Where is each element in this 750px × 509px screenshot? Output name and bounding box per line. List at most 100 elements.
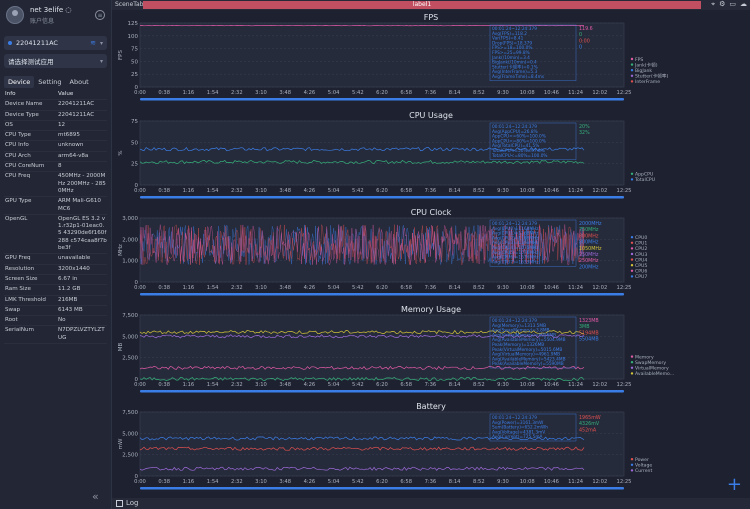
chart-svg[interactable]: FPS 125 100 75 50 25 0 FPS 0:00 0:38 1:16 1:54 2:32 3…: [116, 13, 746, 109]
table-row: CPU Freq 450MHz - 2000MHz 200MHz - 2850MH…: [4, 172, 107, 198]
legend-swatch[interactable]: [630, 241, 634, 244]
legend-label[interactable]: InterFrame: [635, 79, 660, 85]
legend-swatch[interactable]: [630, 366, 634, 369]
device-select[interactable]: 22041211AC ≋ ▾: [4, 36, 107, 50]
legend-swatch[interactable]: [630, 57, 634, 61]
legend-swatch[interactable]: [630, 264, 634, 267]
chart-scrollbar[interactable]: [140, 196, 624, 199]
scene-tab[interactable]: SceneTab: [115, 1, 143, 8]
legend-label[interactable]: Voltage: [635, 463, 652, 469]
chevron-down-icon: ▾: [99, 57, 103, 65]
x-tick-label: 10:46: [544, 90, 559, 96]
folder-icon[interactable]: ▭: [729, 0, 736, 9]
chart-panel-1: CPU Usage 75 50 25 0% 0:00 0:38 1:16 1:54 2:32 3:1…: [116, 111, 746, 207]
legend-swatch[interactable]: [630, 247, 634, 250]
profile-subtitle[interactable]: 账户信息: [30, 16, 95, 25]
x-tick-label: 3:10: [255, 90, 267, 96]
info-header-key: Info: [5, 91, 16, 97]
info-value: 8: [58, 163, 62, 170]
current-value-label: 1050MHz: [579, 246, 602, 252]
legend-label[interactable]: FPS: [635, 57, 643, 63]
legend-swatch[interactable]: [630, 361, 634, 364]
settings-icon[interactable]: ⚙: [719, 0, 725, 9]
x-tick-label: 4:26: [304, 285, 316, 291]
chart-scrollbar[interactable]: [140, 487, 624, 490]
legend-label[interactable]: CPU4: [635, 257, 647, 263]
info-value: 11.2 GB: [58, 286, 81, 293]
avatar[interactable]: [6, 6, 24, 24]
collapse-sidebar-icon[interactable]: «: [92, 490, 99, 503]
y-tick-label: 2,500: [122, 356, 138, 362]
legend-label[interactable]: BigJank: [635, 68, 652, 74]
legend-swatch[interactable]: [630, 275, 634, 278]
app-select[interactable]: 请选择测试应用 ▾: [4, 54, 107, 68]
legend-label[interactable]: SwapMemory: [635, 360, 666, 366]
chart-svg[interactable]: CPU Usage7550250%0:00 0:38 1:16 1:54 2:32 3:1…: [116, 111, 746, 207]
log-icon[interactable]: [116, 500, 123, 507]
legend-swatch[interactable]: [630, 74, 634, 77]
legend-label[interactable]: Jank(卡顿): [634, 61, 658, 68]
menu-icon[interactable]: ≡: [95, 10, 105, 20]
tab-setting[interactable]: Setting: [34, 76, 65, 88]
stats-line: Avg(FrameTime)=8.4ms: [492, 74, 545, 80]
legend-label[interactable]: Stutter(卡顿率): [635, 73, 669, 80]
legend-swatch[interactable]: [630, 63, 634, 66]
chart-svg[interactable]: Memory Usage7,5005,0002,5000MB0:00 0:38 1:…: [116, 305, 746, 401]
legend-label[interactable]: Memory: [635, 354, 654, 360]
x-tick-label: 5:04: [328, 479, 340, 485]
legend-label[interactable]: CPU7: [635, 274, 647, 280]
current-value-label: 800MHz: [579, 240, 599, 246]
chart-scrollbar[interactable]: [140, 98, 624, 101]
legend-label[interactable]: Power: [635, 457, 649, 463]
legend-swatch[interactable]: [630, 469, 634, 472]
legend-label[interactable]: CPU2: [635, 246, 647, 252]
chart-svg[interactable]: Battery7,5005,0002,5000mW0:00 0:38 1:16 1:5…: [116, 402, 746, 498]
bottom-bar: Log: [112, 498, 750, 509]
legend-swatch[interactable]: [630, 69, 634, 72]
chart-scrollbar[interactable]: [140, 293, 624, 296]
x-tick-label: 5:42: [352, 382, 364, 388]
legend-swatch[interactable]: [630, 80, 634, 83]
legend-label[interactable]: CPU3: [635, 252, 647, 258]
legend-label[interactable]: TotalCPU: [634, 177, 655, 183]
add-icon[interactable]: +: [727, 474, 742, 495]
x-tick-label: 12:25: [617, 188, 632, 194]
legend-label[interactable]: VirtualMemory: [635, 366, 669, 372]
chart-scrollbar[interactable]: [140, 390, 624, 393]
legend-label[interactable]: CPU1: [635, 241, 647, 247]
info-value: 22041211AC: [58, 111, 95, 118]
tab-about[interactable]: About: [66, 76, 93, 88]
legend-swatch[interactable]: [630, 172, 634, 175]
legend-swatch[interactable]: [630, 258, 634, 261]
y-tick-label: 1,000: [122, 259, 138, 265]
plot-area: [139, 22, 625, 88]
legend-label[interactable]: AvailableMemo...: [635, 371, 674, 377]
legend-label[interactable]: CPU6: [635, 269, 647, 275]
log-label[interactable]: Log: [126, 499, 139, 507]
cloud-icon[interactable]: ☁: [740, 0, 747, 9]
info-key: CPU Arch: [5, 152, 31, 159]
tab-device[interactable]: Device: [4, 76, 35, 88]
x-tick-label: 3:10: [255, 479, 267, 485]
y-tick-label: 2,500: [122, 453, 138, 459]
legend-swatch[interactable]: [630, 236, 634, 239]
y-tick-label: 125: [128, 21, 139, 27]
legend-swatch[interactable]: [630, 252, 634, 256]
location-icon[interactable]: ⌖: [711, 0, 715, 9]
x-tick-label: 10:46: [544, 188, 559, 194]
y-axis-label: MHz: [118, 244, 124, 256]
chart-svg[interactable]: CPU Clock3,0002,0001,0000MHz0:00 0:38 1:16…: [116, 208, 746, 304]
legend-swatch[interactable]: [630, 458, 634, 461]
legend-label[interactable]: CPU5: [635, 263, 647, 269]
legend-swatch[interactable]: [630, 269, 634, 272]
legend-label[interactable]: AppCPU: [635, 172, 653, 178]
x-tick-label: 8:52: [473, 90, 485, 96]
x-tick-label: 11:24: [568, 90, 584, 96]
label-bar[interactable]: label1: [143, 1, 701, 9]
legend-label[interactable]: Current: [635, 468, 652, 474]
legend-swatch[interactable]: [630, 463, 634, 466]
legend-label[interactable]: CPU0: [635, 235, 647, 241]
legend-swatch[interactable]: [630, 355, 634, 358]
legend-swatch[interactable]: [630, 178, 634, 181]
legend-swatch[interactable]: [630, 372, 634, 375]
